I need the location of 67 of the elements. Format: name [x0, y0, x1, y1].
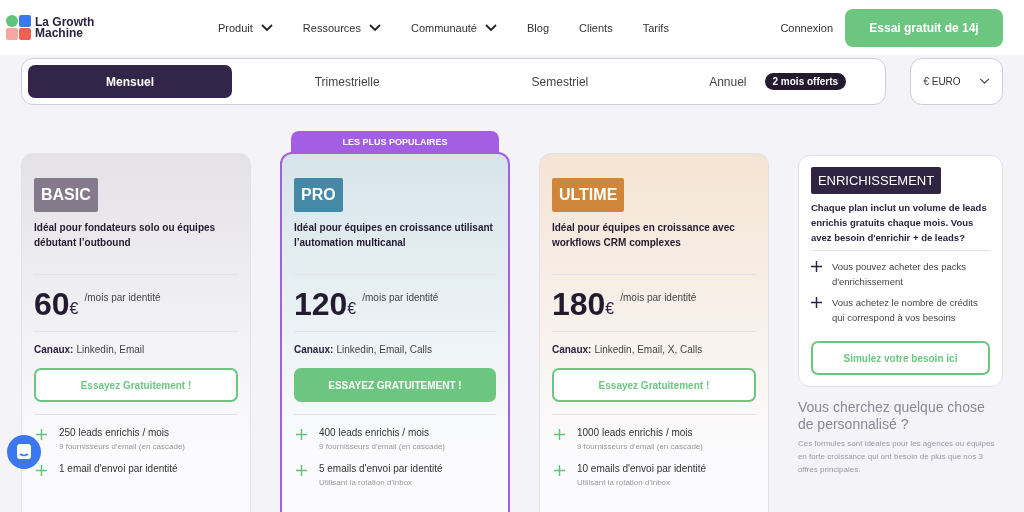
- channels-label: Canaux:: [293, 344, 334, 355]
- price: 180: [551, 289, 606, 319]
- custom-heading: Vous cherchez quelque chose de personnalisé ?: [797, 399, 986, 433]
- price: 60: [34, 289, 70, 319]
- currency-symbol: €: [69, 300, 79, 318]
- chevron-icon: [260, 23, 273, 32]
- billing-tab[interactable]: Annuel: [699, 65, 757, 98]
- billing-tab[interactable]: Trimestrielle: [304, 65, 390, 98]
- plan-description: Idéal pour équipes en croissance avec workflows CRM complexes: [551, 221, 736, 250]
- login-link[interactable]: Connexion: [780, 21, 833, 34]
- plus-icon: [553, 465, 565, 476]
- channels-list: Linkedin, Email, X, Calls: [594, 344, 703, 355]
- plus-icon: [295, 429, 307, 440]
- nav-item[interactable]: Communauté: [410, 21, 497, 34]
- price-period: /mois par identité: [84, 292, 161, 303]
- feature-text: 250 leads enrichis / mois: [59, 427, 171, 438]
- plan-description: Idéal pour équipes en croissance utilisant l’automation multicanal: [293, 221, 494, 250]
- custom-description: Ces formules sont idéales pour les agences ou équipes en forte croissance qui ont besoin de plus que nos 3 offres principales.: [797, 438, 996, 476]
- chevron-icon: [485, 23, 497, 32]
- chat-icon[interactable]: [7, 435, 41, 469]
- nav-item[interactable]: Tarifs: [642, 21, 669, 34]
- logo-text[interactable]: La Growth Machine: [35, 16, 117, 39]
- price-period: /mois par identité: [620, 292, 697, 303]
- plus-icon: [810, 297, 822, 308]
- plan-tag: BASIC: [34, 178, 98, 212]
- nav-item[interactable]: Produit: [218, 21, 273, 34]
- plus-icon: [810, 261, 822, 272]
- feature-note: Utilisant la rotation d'inbox: [576, 478, 672, 487]
- plus-icon: [553, 429, 565, 440]
- feature-text: 5 emails d'envoi par identité: [318, 463, 443, 474]
- nav-item[interactable]: Clients: [579, 21, 613, 34]
- logo-icon: [6, 14, 32, 41]
- plan-description: Idéal pour fondateurs solo ou équipes débutant l’outbound: [34, 221, 217, 250]
- enrichment-item: Vous achetez le nombre de crédits qui correspond à vos besoins: [831, 296, 979, 325]
- chevron-icon: [368, 23, 381, 32]
- plan-tag: PRO: [293, 178, 343, 212]
- offer-badge: 2 mois offerts: [764, 73, 847, 90]
- enrichment-description: Chaque plan inclut un volume de leads enrichis gratuits chaque mois. Vous avez besoin d'enrichir + de leads?: [810, 201, 988, 245]
- billing-tab[interactable]: Mensuel: [28, 65, 232, 98]
- currency-symbol: €: [347, 300, 357, 318]
- price: 120: [293, 289, 348, 319]
- enrichment-item: Vous pouvez acheter des packs d'enrichissement: [831, 260, 968, 289]
- billing-tab[interactable]: Semestriel: [521, 65, 599, 98]
- feature-text: 10 emails d'envoi par identité: [576, 463, 707, 474]
- feature-text: 1000 leads enrichis / mois: [576, 427, 694, 438]
- feature-note: 9 fournisseurs d'email (en cascade): [59, 442, 186, 451]
- plan-tag: ULTIME: [551, 178, 625, 212]
- chevron-icon: [978, 78, 990, 85]
- nav-item[interactable]: Ressources: [302, 21, 381, 34]
- price-period: /mois par identité: [362, 292, 439, 303]
- feature-note: Utilisant la rotation d'inbox: [318, 478, 414, 487]
- feature-text: 1 email d'envoi par identité: [59, 463, 178, 474]
- enrichment-tag: ENRICHISSEMENT: [810, 167, 942, 194]
- feature-note: 9 fournisseurs d'email (en cascade): [318, 442, 445, 451]
- plus-icon: [36, 429, 47, 440]
- channels-list: Linkedin, Email: [76, 344, 145, 355]
- feature-text: 400 leads enrichis / mois: [318, 427, 431, 438]
- plus-icon: [295, 465, 307, 476]
- currency-dropdown[interactable]: € EURO: [910, 58, 1003, 105]
- channels-list: Linkedin, Email, Calls: [336, 344, 433, 355]
- nav-item[interactable]: Blog: [527, 21, 549, 34]
- feature-note: 9 fournisseurs d'email (en cascade): [576, 442, 703, 451]
- channels-label: Canaux:: [34, 344, 74, 355]
- plus-icon: [36, 465, 47, 476]
- channels-label: Canaux:: [551, 344, 592, 355]
- popular-badge: LES PLUS POPULAIRES: [290, 131, 499, 153]
- currency-symbol: €: [605, 300, 615, 318]
